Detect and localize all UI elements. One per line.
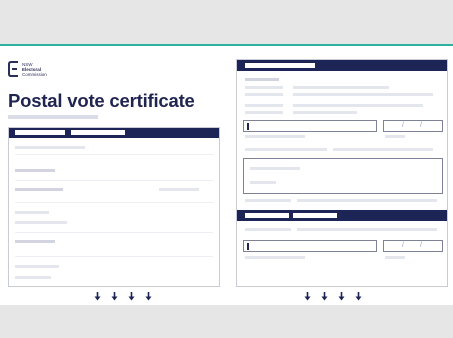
arrow-down-icon xyxy=(128,292,135,301)
arrow-down-icon xyxy=(94,292,101,301)
witness-details-box[interactable] xyxy=(243,158,443,194)
form-line xyxy=(159,188,199,191)
logo-line-3: Commission xyxy=(22,71,47,77)
top-letterbox xyxy=(0,0,453,44)
declaration-header-bar xyxy=(237,60,447,71)
form-divider xyxy=(15,154,213,155)
witness-date-field[interactable]: / / xyxy=(383,240,443,252)
bottom-letterbox xyxy=(0,305,453,338)
form-line xyxy=(15,240,55,243)
document-stage: NSW Electoral Commission Postal vote cer… xyxy=(0,44,453,305)
form-line xyxy=(293,86,389,89)
arrow-down-icon xyxy=(321,292,328,301)
arrow-down-icon xyxy=(145,292,152,301)
form-line xyxy=(15,211,49,214)
form-divider xyxy=(15,202,213,203)
logo-mark-icon xyxy=(8,61,18,77)
form-divider xyxy=(15,256,213,257)
form-line xyxy=(245,93,283,96)
field-marker xyxy=(247,123,249,130)
form-line xyxy=(245,256,305,259)
date-field[interactable]: / / xyxy=(383,120,443,132)
form-line xyxy=(245,86,283,89)
header-tab-1 xyxy=(15,130,65,135)
form-line xyxy=(245,199,291,202)
arrow-down-icon xyxy=(304,292,311,301)
form-line xyxy=(385,135,405,138)
form-divider xyxy=(15,232,213,233)
form-line xyxy=(385,256,405,259)
witness-header-bar xyxy=(237,210,447,221)
form-line xyxy=(293,111,357,114)
form-line xyxy=(245,135,305,138)
form-line xyxy=(333,148,433,151)
left-arrow-row xyxy=(94,292,152,301)
witness-signature-field[interactable] xyxy=(243,240,377,252)
form-line xyxy=(15,188,63,191)
electoral-commission-logo: NSW Electoral Commission xyxy=(8,61,47,77)
page-title: Postal vote certificate xyxy=(8,90,195,111)
form-line xyxy=(245,228,291,231)
arrow-down-icon xyxy=(355,292,362,301)
form-line xyxy=(245,111,283,114)
form-line xyxy=(15,146,85,149)
form-line xyxy=(245,78,279,81)
arrow-down-icon xyxy=(111,292,118,301)
header-tab-2 xyxy=(71,130,125,135)
declaration-form-panel: / / / / xyxy=(236,59,448,287)
header-tab-1 xyxy=(245,213,289,218)
form-line xyxy=(297,199,437,202)
form-line xyxy=(15,276,51,279)
form-header-bar xyxy=(9,128,219,138)
arrow-down-icon xyxy=(338,292,345,301)
logo-text: NSW Electoral Commission xyxy=(22,62,47,77)
form-line xyxy=(15,265,59,268)
field-marker xyxy=(247,243,249,250)
form-line xyxy=(293,93,433,96)
subtitle-placeholder-line xyxy=(8,115,98,119)
form-divider xyxy=(15,180,213,181)
form-line xyxy=(245,148,327,151)
right-arrow-row xyxy=(304,292,362,301)
certificate-form-panel xyxy=(8,127,220,287)
form-line xyxy=(15,169,55,172)
form-line xyxy=(15,221,67,224)
signature-field[interactable] xyxy=(243,120,377,132)
header-tab-2 xyxy=(293,213,337,218)
form-line xyxy=(297,228,437,231)
header-tab-1 xyxy=(245,63,315,68)
form-line xyxy=(245,104,283,107)
form-line xyxy=(293,104,423,107)
